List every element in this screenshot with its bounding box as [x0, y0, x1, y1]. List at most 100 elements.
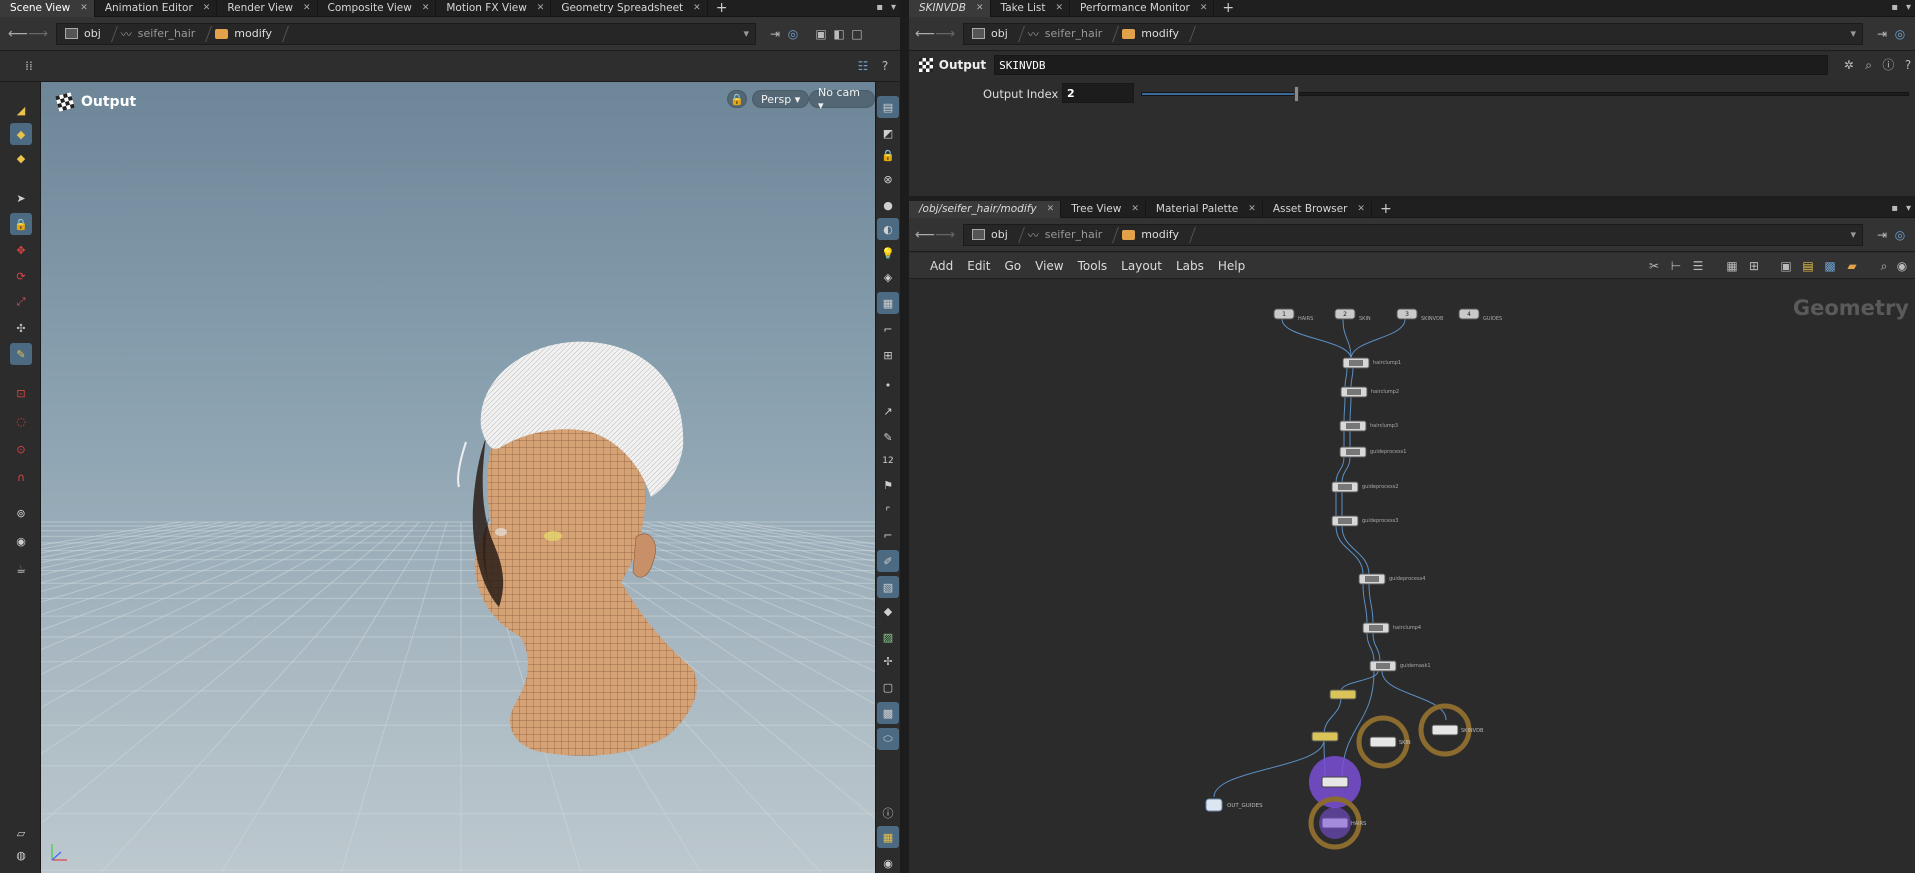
transform-tool-icon[interactable]: ✣ [10, 317, 32, 339]
grid-view-icon[interactable]: ▦ [1725, 259, 1739, 273]
crumb-obj[interactable]: obj [57, 24, 113, 44]
path-dropdown-icon[interactable]: ▾ [1850, 27, 1856, 40]
snap-point-icon[interactable]: ⊙ [10, 438, 32, 460]
close-icon[interactable]: ✕ [693, 3, 701, 13]
null-node[interactable] [1311, 731, 1339, 742]
null-node[interactable] [1329, 689, 1357, 700]
node-label[interactable]: guideprocess1 [1370, 449, 1406, 455]
node-label[interactable]: hairclump3 [1370, 423, 1398, 429]
magnet-icon[interactable]: ∩ [10, 466, 32, 488]
menu-labs[interactable]: Labs [1169, 259, 1211, 273]
node-glyph[interactable] [1369, 625, 1383, 631]
output-node[interactable] [1369, 736, 1397, 748]
lighting-tool-icon[interactable]: ☕ [10, 558, 32, 580]
camera-tool-icon[interactable]: ◉ [10, 530, 32, 552]
output-node-label[interactable]: HAIRS [1351, 821, 1366, 827]
view-tool-icon[interactable]: ⊚ [10, 502, 32, 524]
scale-tool-icon[interactable]: ⤢ [10, 291, 32, 313]
guide-icon[interactable]: ⊞ [877, 344, 899, 366]
node-label[interactable]: guideprocess3 [1362, 518, 1398, 524]
sticky-note-icon[interactable]: ▤ [1801, 259, 1815, 273]
node-label[interactable]: hairclump4 [1393, 625, 1421, 631]
persp-menu[interactable]: Persp ▾ [752, 90, 810, 108]
back-arrow-icon[interactable]: ⟵ [8, 26, 28, 42]
link-icon[interactable]: ◎ [786, 27, 800, 41]
snap-grid-icon[interactable]: ⊡ [10, 382, 32, 404]
menu-go[interactable]: Go [997, 259, 1028, 273]
pen-icon[interactable]: ✎ [877, 426, 899, 448]
gear-icon[interactable]: ✲ [1842, 58, 1856, 72]
tab-take-list[interactable]: Take List ✕ [991, 0, 1071, 17]
selected-node[interactable] [1321, 776, 1349, 788]
list-icon[interactable]: ☰ [1691, 259, 1705, 273]
tab-material-palette[interactable]: Material Palette ✕ [1146, 200, 1263, 218]
camera-link-icon[interactable]: ◧ [832, 27, 846, 41]
move-tool-icon[interactable]: ✥ [10, 239, 32, 261]
out-guides-node[interactable] [1205, 798, 1223, 812]
menu-add[interactable]: Add [923, 259, 960, 273]
add-tab-icon[interactable]: + [708, 0, 736, 16]
lock-icon[interactable]: 🔒 [877, 144, 899, 166]
pane-dropdown-icon[interactable]: ▾ [1906, 203, 1911, 214]
tab-scene-view[interactable]: Scene View ✕ [0, 0, 95, 17]
node-glyph[interactable] [1349, 360, 1363, 366]
tab-render-view[interactable]: Render View ✕ [217, 0, 318, 17]
node-label[interactable]: guidemask1 [1400, 663, 1431, 669]
menu-edit[interactable]: Edit [960, 259, 997, 273]
path-dropdown-icon[interactable]: ▾ [743, 27, 749, 40]
pane-dropdown-icon[interactable]: ▾ [1906, 2, 1911, 13]
help-icon[interactable]: ? [1901, 58, 1915, 72]
path-dropdown-icon[interactable]: ▾ [1850, 228, 1856, 241]
network-editor[interactable]: Geometry 1 HAIRS 2 SKIN 3 SKINVDB 4 GUIDES hairc… [909, 280, 1915, 873]
output-index-field[interactable]: 2 [1062, 83, 1134, 103]
close-icon[interactable]: ✕ [1056, 3, 1064, 13]
crumb-obj[interactable]: obj [964, 24, 1020, 44]
background-image-icon[interactable]: ▩ [1823, 259, 1837, 273]
close-icon[interactable]: ✕ [1131, 204, 1139, 214]
snap-prim-icon[interactable]: ◌ [10, 410, 32, 432]
lock-camera-icon[interactable]: 🔒 [727, 90, 747, 108]
node-label[interactable]: hairclump2 [1371, 389, 1399, 395]
ruler-tool-icon[interactable]: ▱ [10, 822, 32, 844]
tab-geometry-spreadsheet[interactable]: Geometry Spreadsheet ✕ [551, 0, 708, 17]
maximize-icon[interactable]: □ [850, 27, 864, 41]
node-glyph[interactable] [1376, 663, 1390, 669]
menu-layout[interactable]: Layout [1114, 259, 1169, 273]
node-glyph[interactable] [1338, 518, 1352, 524]
slider-handle[interactable] [1293, 86, 1299, 102]
ghost-icon[interactable]: ⊗ [877, 168, 899, 190]
add-tab-icon[interactable]: + [1214, 0, 1242, 16]
rotate-tool-icon[interactable]: ⟳ [10, 265, 32, 287]
info-icon[interactable]: ⓘ [877, 802, 899, 824]
close-icon[interactable]: ✕ [537, 3, 545, 13]
node-label[interactable]: hairclump1 [1373, 360, 1401, 366]
menu-view[interactable]: View [1028, 259, 1070, 273]
pane-dropdown-icon[interactable]: ▾ [891, 2, 896, 13]
output-node[interactable] [1431, 724, 1459, 736]
tab-skinvdb[interactable]: SKINVDB ✕ [909, 0, 991, 17]
group-icon[interactable]: ▧ [877, 576, 899, 598]
help-icon[interactable]: ? [878, 59, 892, 73]
forward-arrow-icon[interactable]: ⟶ [935, 26, 955, 42]
output-node-label[interactable]: SKIN [1399, 740, 1411, 746]
eye-icon[interactable]: ◉ [1895, 259, 1909, 273]
grid-menu-icon[interactable]: ⁞⁞ [22, 59, 36, 73]
tab-asset-browser[interactable]: Asset Browser ✕ [1263, 200, 1372, 218]
input-node-index[interactable]: 3 [1405, 311, 1409, 318]
tab-composite-view[interactable]: Composite View ✕ [318, 0, 437, 17]
back-arrow-icon[interactable]: ⟵ [915, 26, 935, 42]
marker-icon[interactable]: ⬭ [877, 728, 899, 750]
point-icon[interactable]: • [877, 374, 899, 396]
node-label[interactable]: guideprocess4 [1389, 576, 1425, 582]
light-icon[interactable]: ◐ [877, 218, 899, 240]
input-node-index[interactable]: 2 [1343, 311, 1347, 318]
tab-network-path[interactable]: /obj/seifer_hair/modify ✕ [909, 200, 1062, 218]
crop-icon[interactable]: ⌜ [877, 500, 899, 522]
pin-icon[interactable]: ⇥ [1875, 228, 1889, 242]
diamond-icon[interactable]: ◆ [877, 600, 899, 622]
number-icon[interactable]: 12 [877, 450, 899, 472]
background-icon[interactable]: ▦ [877, 292, 899, 314]
wireframe-icon[interactable]: ▤ [877, 96, 899, 118]
tree-icon[interactable]: ⊢ [1669, 259, 1683, 273]
edit-icon[interactable]: ✐ [877, 550, 899, 572]
